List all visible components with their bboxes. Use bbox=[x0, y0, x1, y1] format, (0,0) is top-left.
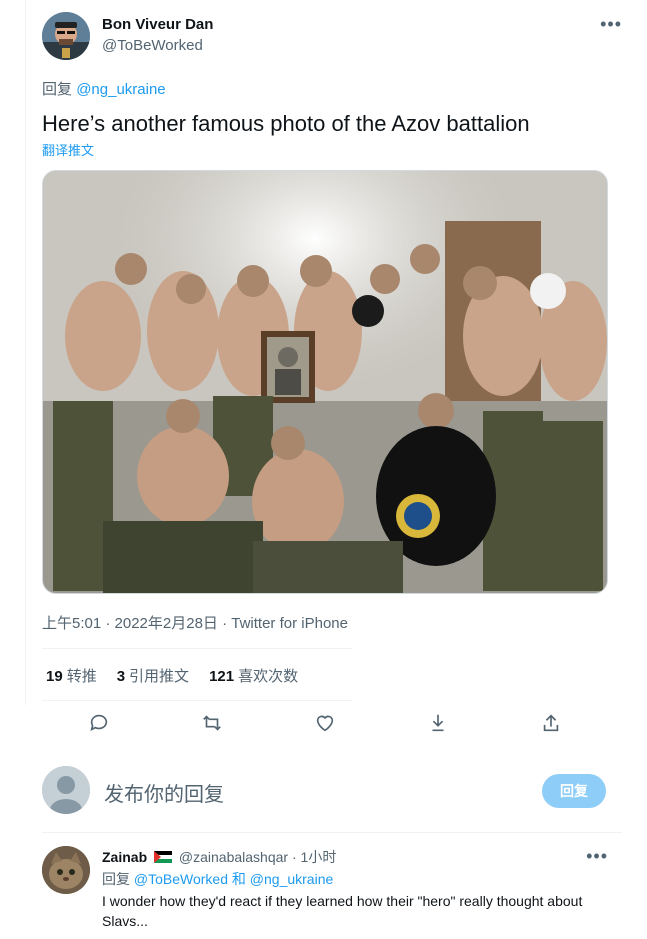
reply-text: I wonder how they'd react if they learne… bbox=[102, 893, 583, 929]
more-options-icon[interactable]: ••• bbox=[600, 14, 622, 34]
share-icon[interactable] bbox=[536, 708, 566, 738]
tweet-photo[interactable] bbox=[42, 170, 608, 594]
bookmark-icon[interactable] bbox=[423, 708, 453, 738]
replier-name[interactable]: Zainab bbox=[102, 849, 147, 865]
tweet-stats: 19 转推 3 引用推文 121 喜欢次数 bbox=[46, 665, 298, 686]
likes-count: 121 bbox=[209, 668, 235, 685]
reply-button[interactable]: 回复 bbox=[542, 774, 606, 808]
reply-prefix: 回复 bbox=[102, 871, 130, 887]
thread-line bbox=[25, 0, 26, 705]
author-avatar[interactable] bbox=[42, 12, 90, 60]
replier-handle[interactable]: @zainabalashqar bbox=[179, 849, 288, 865]
quotes-count: 3 bbox=[116, 668, 126, 685]
retweets-stat[interactable]: 19 转推 bbox=[46, 665, 97, 686]
translate-tweet-link[interactable]: 翻译推文 bbox=[42, 140, 94, 159]
author-name[interactable]: Bon Viveur Dan bbox=[102, 16, 213, 33]
group-photo-image bbox=[43, 171, 607, 593]
user-avatar[interactable] bbox=[42, 766, 90, 814]
quotes-stat[interactable]: 3 引用推文 bbox=[117, 665, 189, 686]
tweet-text: Here’s another famous photo of the Azov … bbox=[42, 111, 530, 136]
tweet-header: Bon Viveur Dan @ToBeWorked ••• bbox=[42, 12, 622, 62]
reply-composer: 发布你的回复 回复 bbox=[42, 766, 608, 816]
replier-avatar[interactable] bbox=[42, 846, 90, 894]
like-icon[interactable] bbox=[310, 708, 340, 738]
reply-replying-to: 回复 @ToBeWorked 和 @ng_ukraine bbox=[102, 869, 333, 889]
reply-prefix: 回复 bbox=[42, 81, 73, 98]
mention-link[interactable]: @ToBeWorked bbox=[134, 871, 228, 887]
mention-link[interactable]: @ng_ukraine bbox=[250, 871, 334, 887]
divider bbox=[42, 648, 352, 649]
reply-icon[interactable] bbox=[84, 708, 114, 738]
retweets-label: 转推 bbox=[66, 668, 97, 685]
retweets-count: 19 bbox=[46, 668, 63, 685]
tweet-actions bbox=[42, 708, 608, 738]
replying-to: 回复 @ng_ukraine bbox=[42, 78, 166, 99]
reply-input[interactable]: 发布你的回复 bbox=[104, 778, 224, 807]
reply-header: Zainab @zainabalashqar · 1小时 bbox=[102, 847, 336, 867]
retweet-icon[interactable] bbox=[197, 708, 227, 738]
likes-label: 喜欢次数 bbox=[238, 668, 299, 685]
separator-dot: · bbox=[291, 849, 297, 865]
likes-stat[interactable]: 121 喜欢次数 bbox=[209, 665, 298, 686]
reply-tweet[interactable]: Zainab @zainabalashqar · 1小时 ••• 回复 @ToB… bbox=[42, 846, 622, 936]
more-options-icon[interactable]: ••• bbox=[586, 847, 608, 865]
and-text: 和 bbox=[231, 871, 246, 887]
quotes-label: 引用推文 bbox=[129, 668, 190, 685]
tweet-timestamp[interactable]: 上午5:01 · 2022年2月28日 · Twitter for iPhone bbox=[42, 612, 348, 633]
author-handle[interactable]: @ToBeWorked bbox=[102, 37, 203, 54]
divider bbox=[42, 832, 622, 833]
reply-time[interactable]: 1小时 bbox=[301, 849, 337, 865]
palestine-flag-icon bbox=[154, 851, 173, 863]
reply-mention-link[interactable]: @ng_ukraine bbox=[76, 81, 165, 98]
divider bbox=[42, 700, 352, 701]
